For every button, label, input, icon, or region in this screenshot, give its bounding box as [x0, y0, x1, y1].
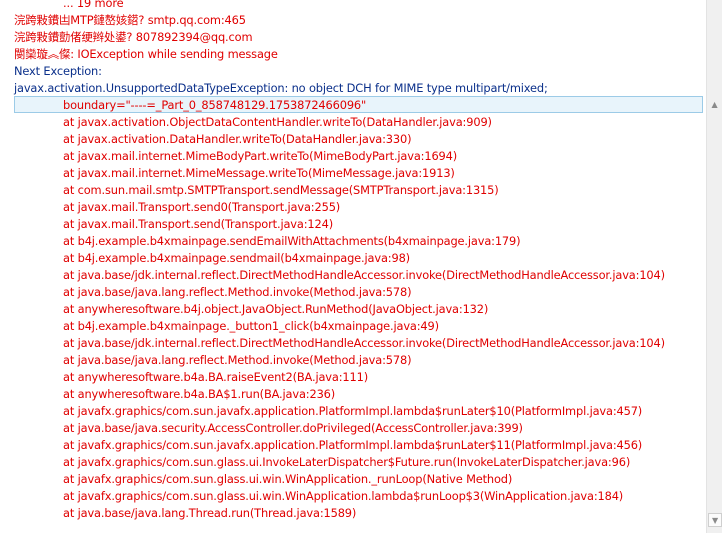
log-line: at anywheresoftware.b4a.BA.raiseEvent2(B… [63, 370, 368, 384]
chevron-up-icon[interactable]: ▲ [707, 97, 722, 112]
log-line: 閿欒璇︽儏: IOException while sending message [14, 47, 278, 61]
log-line: at javafx.graphics/com.sun.javafx.applic… [63, 438, 643, 452]
log-line: at java.base/java.lang.reflect.Method.in… [63, 285, 412, 299]
log-line: at java.base/java.lang.Thread.run(Thread… [63, 506, 357, 520]
log-line: at javafx.graphics/com.sun.glass.ui.win.… [63, 472, 513, 486]
log-line: at javafx.graphics/com.sun.glass.ui.win.… [63, 489, 624, 503]
chevron-down-icon[interactable]: ▼ [708, 513, 722, 527]
log-line: at javafx.graphics/com.sun.glass.ui.Invo… [63, 455, 631, 469]
log-line: at b4j.example.b4xmainpage.sendmail(b4xm… [63, 251, 410, 265]
log-line: at javax.mail.internet.MimeMessage.write… [63, 166, 455, 180]
log-line: at javax.activation.ObjectDataContentHan… [63, 115, 492, 129]
log-line: at java.base/java.lang.reflect.Method.in… [63, 353, 412, 367]
log-line: at java.base/jdk.internal.reflect.Direct… [63, 336, 665, 350]
log-line: at javafx.graphics/com.sun.javafx.applic… [63, 404, 643, 418]
log-line: at anywheresoftware.b4a.BA$1.run(BA.java… [63, 387, 336, 401]
log-line: at java.base/jdk.internal.reflect.Direct… [63, 268, 665, 282]
log-line: at javax.mail.Transport.send(Transport.j… [63, 217, 333, 231]
log-line: 浣跨敤鐨勯偖绠辫处鍙? 807892394@qq.com [14, 30, 253, 44]
log-line: at com.sun.mail.smtp.SMTPTransport.sendM… [63, 183, 499, 197]
log-output-pane[interactable]: ... 19 more 浣跨敤鐨凷MTP鏈嶅姟鍣? smtp.qq.com:465… [0, 0, 706, 533]
log-line: at java.base/java.security.AccessControl… [63, 421, 523, 435]
log-line: at javax.activation.DataHandler.writeTo(… [63, 132, 412, 146]
log-line: at b4j.example.b4xmainpage._button1_clic… [63, 319, 439, 333]
log-line: at javax.mail.Transport.send0(Transport.… [63, 200, 341, 214]
log-line: Next Exception: [14, 64, 102, 78]
log-line: ... 19 more [63, 0, 124, 10]
log-line: at b4j.example.b4xmainpage.sendEmailWith… [63, 234, 521, 248]
log-line-selected: boundary="----=_Part_0_858748129.1753872… [63, 98, 367, 112]
log-line: 浣跨敤鐨凷MTP鏈嶅姟鍣? smtp.qq.com:465 [14, 13, 246, 27]
vertical-scrollbar[interactable]: ▲ ▼ [706, 0, 722, 533]
log-line: at anywheresoftware.b4j.object.JavaObjec… [63, 302, 489, 316]
log-line: at javax.mail.internet.MimeBodyPart.writ… [63, 149, 458, 163]
log-line: javax.activation.UnsupportedDataTypeExce… [14, 81, 548, 95]
